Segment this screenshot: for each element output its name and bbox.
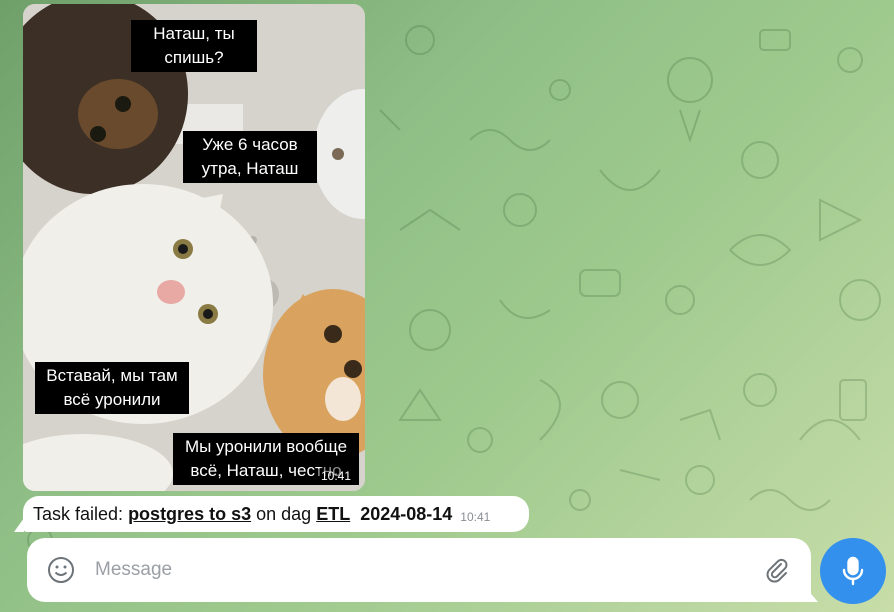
- message-prefix: Task failed:: [33, 503, 124, 524]
- emoji-smile-icon[interactable]: [41, 550, 81, 590]
- meme-caption-3: Вставай, мы там всё уронили: [35, 362, 189, 414]
- message-composer: [27, 538, 811, 602]
- message-date: 2024-08-14: [360, 503, 453, 524]
- dag-link[interactable]: ETL: [316, 504, 350, 525]
- message-timestamp: 10:41: [460, 510, 491, 524]
- microphone-button[interactable]: [820, 538, 886, 604]
- meme-photo: [23, 4, 365, 491]
- photo-message[interactable]: Наташ, ты спишь? Уже 6 часов утра, Наташ…: [23, 4, 365, 491]
- photo-timestamp: 10:41: [314, 467, 357, 485]
- meme-caption-1: Наташ, ты спишь?: [131, 20, 257, 72]
- message-input[interactable]: [93, 558, 757, 582]
- paperclip-icon[interactable]: [757, 550, 797, 590]
- task-link[interactable]: postgres to s3: [128, 504, 251, 525]
- meme-caption-2: Уже 6 часов утра, Наташ: [183, 131, 317, 183]
- microphone-icon: [842, 556, 864, 586]
- message-middle: on dag: [256, 503, 312, 524]
- text-message: Task failed: postgres to s3 on dag ETL 2…: [23, 496, 529, 532]
